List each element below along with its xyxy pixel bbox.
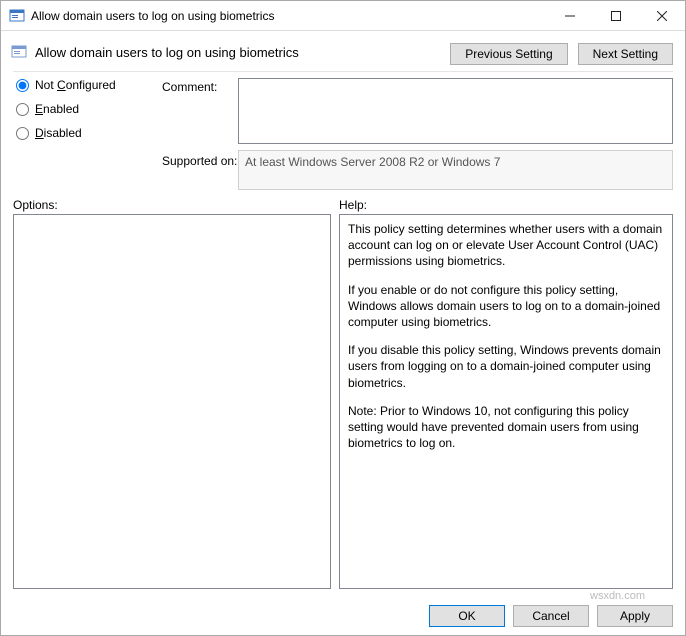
next-setting-button[interactable]: Next Setting <box>578 43 673 65</box>
help-text: Note: Prior to Windows 10, not configuri… <box>348 403 664 452</box>
radio-enabled[interactable]: Enabled <box>16 102 158 116</box>
panel-labels: Options: Help: <box>1 190 685 214</box>
minimize-button[interactable] <box>547 1 593 30</box>
footer-buttons: OK Cancel Apply <box>1 597 685 635</box>
supported-on-label: Supported on: <box>162 150 234 168</box>
config-area: Not Configured Enabled Disabled Comment:… <box>1 72 685 190</box>
options-label: Options: <box>13 198 339 212</box>
window-title: Allow domain users to log on using biome… <box>31 9 547 23</box>
radio-not-configured-input[interactable] <box>16 79 29 92</box>
help-label: Help: <box>339 198 367 212</box>
app-icon <box>9 8 25 24</box>
close-button[interactable] <box>639 1 685 30</box>
comment-textarea[interactable] <box>238 78 673 144</box>
policy-title: Allow domain users to log on using biome… <box>35 45 442 60</box>
help-text: If you disable this policy setting, Wind… <box>348 342 664 391</box>
maximize-button[interactable] <box>593 1 639 30</box>
watermark: wsxdn.com <box>590 590 645 602</box>
help-text: This policy setting determines whether u… <box>348 221 664 270</box>
comment-label: Comment: <box>162 78 234 94</box>
dialog-window: Allow domain users to log on using biome… <box>0 0 686 636</box>
radio-disabled-input[interactable] <box>16 127 29 140</box>
titlebar: Allow domain users to log on using biome… <box>1 1 685 31</box>
window-buttons <box>547 1 685 30</box>
radio-enabled-input[interactable] <box>16 103 29 116</box>
radio-disabled[interactable]: Disabled <box>16 126 158 140</box>
help-text: If you enable or do not configure this p… <box>348 282 664 331</box>
previous-setting-button[interactable]: Previous Setting <box>450 43 567 65</box>
options-panel[interactable] <box>13 214 331 589</box>
panels: This policy setting determines whether u… <box>1 214 685 597</box>
policy-icon <box>11 44 27 60</box>
header: Allow domain users to log on using biome… <box>1 31 685 65</box>
ok-button[interactable]: OK <box>429 605 505 627</box>
state-radio-group: Not Configured Enabled Disabled <box>13 78 158 140</box>
supported-on-field: At least Windows Server 2008 R2 or Windo… <box>238 150 673 190</box>
radio-not-configured[interactable]: Not Configured <box>16 78 158 92</box>
cancel-button[interactable]: Cancel <box>513 605 589 627</box>
help-panel[interactable]: This policy setting determines whether u… <box>339 214 673 589</box>
apply-button[interactable]: Apply <box>597 605 673 627</box>
